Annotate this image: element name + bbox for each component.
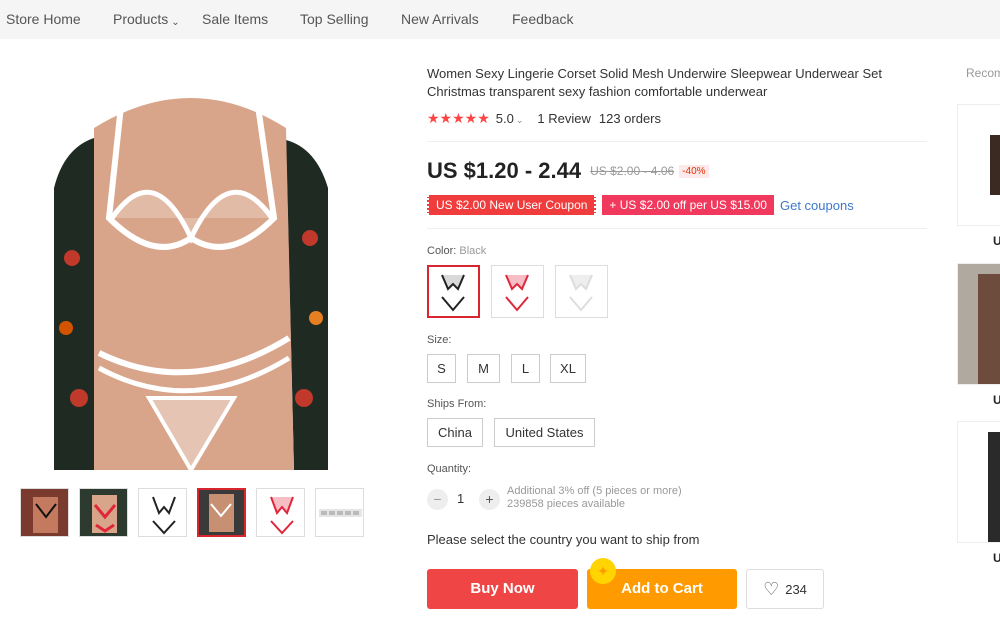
recommended-item-1[interactable] xyxy=(957,104,1000,226)
pieces-available: 239858 pieces available xyxy=(507,498,626,510)
size-option-l[interactable]: L xyxy=(511,354,540,383)
nav-sale-items[interactable]: Sale Items xyxy=(202,11,268,27)
quantity-note: Additional 3% off (5 pieces or more) 239… xyxy=(507,485,682,511)
recommended-price-1: U xyxy=(993,234,1000,248)
bulk-discount-note: Additional 3% off (5 pieces or more) xyxy=(507,485,682,497)
rating-number: 5.0 xyxy=(495,111,514,126)
ships-from-china[interactable]: China xyxy=(427,418,483,447)
store-nav-bar: Store Home Products ⌄ Sale Items Top Sell… xyxy=(0,0,1000,39)
recommended-price-2: U xyxy=(993,393,1000,407)
nav-new-arrivals[interactable]: New Arrivals xyxy=(401,11,479,27)
product-title: Women Sexy Lingerie Corset Solid Mesh Un… xyxy=(427,66,882,99)
wishlist-button[interactable]: ♡ 234 xyxy=(746,569,824,609)
divider xyxy=(427,228,927,229)
review-count[interactable]: 1 Review xyxy=(537,111,590,126)
buy-now-button[interactable]: Buy Now xyxy=(427,569,578,609)
star-rating-icon: ★★★★★ xyxy=(427,110,490,126)
color-value: Black xyxy=(459,245,487,257)
color-label: Color: Black xyxy=(427,245,486,257)
quantity-increase-button[interactable]: + xyxy=(479,489,500,510)
order-count: 123 orders xyxy=(598,111,662,126)
rating-row: ★★★★★ 5.0 ⌄ 1 Review 123 orders xyxy=(427,110,661,127)
get-coupons-link[interactable]: Get coupons xyxy=(780,198,854,213)
recommended-price-3: U xyxy=(993,551,1000,565)
ships-from-label: Ships From: xyxy=(427,398,487,410)
color-swatch-white[interactable] xyxy=(555,265,608,318)
recommended-item-2[interactable] xyxy=(957,263,1000,385)
color-swatch-red[interactable] xyxy=(491,265,544,318)
original-price: US $2.00 - 4.06 xyxy=(590,164,675,178)
color-swatch-black[interactable] xyxy=(427,265,480,318)
rating-value[interactable]: 5.0 ⌄ xyxy=(496,111,524,126)
nav-top-selling[interactable]: Top Selling xyxy=(300,11,369,27)
ship-from-message: Please select the country you want to sh… xyxy=(427,532,700,547)
heart-icon: ♡ xyxy=(763,578,780,599)
divider xyxy=(427,141,927,142)
product-photo xyxy=(54,68,328,470)
chevron-down-icon: ⌄ xyxy=(515,115,524,125)
size-option-xl[interactable]: XL xyxy=(550,354,586,383)
size-option-m[interactable]: M xyxy=(467,354,500,383)
chevron-down-icon: ⌄ xyxy=(171,17,180,28)
ships-from-united-states[interactable]: United States xyxy=(494,418,595,447)
nav-store-home[interactable]: Store Home xyxy=(6,11,81,27)
main-product-image[interactable] xyxy=(54,68,328,470)
nav-products-label: Products xyxy=(113,11,169,27)
coupon-row: US $2.00 New User Coupon + US $2.00 off … xyxy=(427,195,854,215)
nav-feedback[interactable]: Feedback xyxy=(512,11,573,27)
sparkle-badge-icon: ✦ xyxy=(590,558,616,584)
quantity-decrease-button[interactable]: − xyxy=(427,489,448,510)
price-row: US $1.20 - 2.44 US $2.00 - 4.06 -40% xyxy=(427,158,709,184)
thumbnail-4-selected[interactable] xyxy=(197,488,246,537)
wishlist-count: 234 xyxy=(785,581,807,597)
thumbnail-1[interactable] xyxy=(20,488,69,537)
size-option-s[interactable]: S xyxy=(427,354,456,383)
new-user-coupon[interactable]: US $2.00 New User Coupon xyxy=(427,195,597,215)
product-price: US $1.20 - 2.44 xyxy=(427,158,582,183)
store-coupon[interactable]: + US $2.00 off per US $15.00 xyxy=(602,195,774,215)
quantity-label: Quantity: xyxy=(427,463,472,475)
thumbnail-6[interactable] xyxy=(315,488,364,537)
thumbnail-2[interactable] xyxy=(79,488,128,537)
recommended-label: Recom xyxy=(966,66,1000,80)
thumbnail-5[interactable] xyxy=(256,488,305,537)
discount-badge: -40% xyxy=(679,164,709,178)
recommended-item-3[interactable] xyxy=(957,421,1000,543)
nav-products[interactable]: Products ⌄ xyxy=(113,11,180,28)
thumbnail-3[interactable] xyxy=(138,488,187,537)
color-label-text: Color: xyxy=(427,245,457,257)
size-label: Size: xyxy=(427,334,452,346)
quantity-value[interactable]: 1 xyxy=(457,491,464,506)
